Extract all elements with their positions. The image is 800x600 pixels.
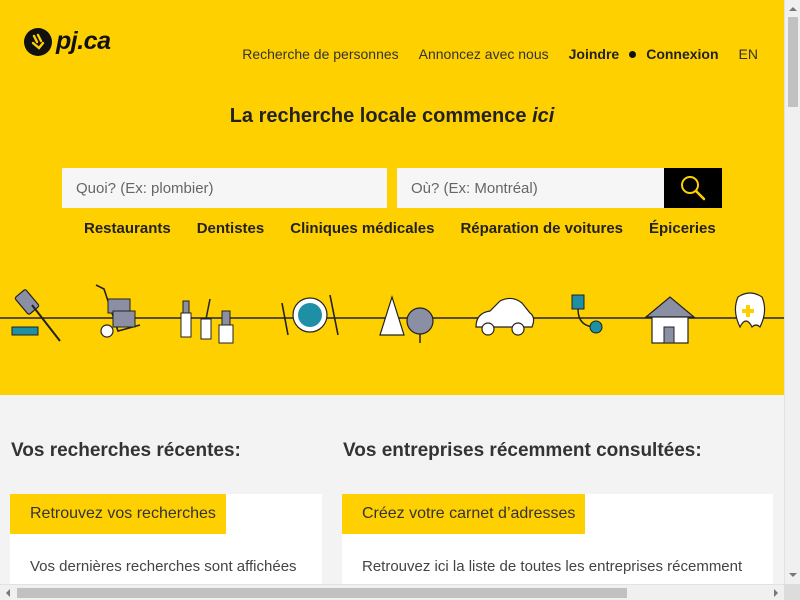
scroll-down-arrow-icon[interactable] [789, 573, 797, 581]
walking-fingers-icon [24, 27, 52, 56]
search-bar [62, 168, 722, 208]
nav-people-search[interactable]: Recherche de personnes [242, 46, 398, 62]
top-navigation: Recherche de personnes Annoncez avec nou… [242, 46, 758, 62]
vertical-scrollbar[interactable] [784, 0, 800, 584]
category-dentists[interactable]: Dentistes [197, 220, 265, 237]
car-icon [475, 297, 535, 336]
search-button[interactable] [664, 168, 722, 208]
recent-searches-card: Retrouvez vos recherches Vos dernières r… [10, 494, 322, 584]
headline-emphasis: ici [532, 105, 555, 127]
page-viewport: pj.ca Recherche de personnes Annoncez av… [0, 0, 784, 584]
plug-icon [571, 294, 603, 334]
nav-language-toggle[interactable]: EN [739, 46, 758, 62]
page-headline: La recherche locale commence ici [0, 105, 784, 128]
category-car-repair[interactable]: Réparation de voitures [460, 220, 623, 237]
nav-separator-dot [629, 50, 637, 58]
headline-text: La recherche locale commence [229, 105, 533, 127]
house-icon [644, 296, 696, 344]
hand-truck-icon [95, 284, 141, 338]
nav-advertise[interactable]: Annoncez avec nous [419, 46, 549, 62]
category-links: Restaurants Dentistes Cliniques médicale… [84, 220, 716, 237]
scroll-up-arrow-icon[interactable] [789, 3, 797, 11]
gavel-icon [11, 289, 61, 342]
scrollbar-corner [784, 584, 800, 600]
recent-searches-body: Vos dernières recherches sont affichées [30, 558, 297, 575]
nav-join[interactable]: Joindre [569, 46, 620, 62]
logo-text: pj.ca [56, 27, 111, 55]
scroll-right-arrow-icon[interactable] [774, 589, 782, 597]
horizontal-scroll-thumb[interactable] [17, 588, 627, 598]
category-clinics[interactable]: Cliniques médicales [290, 220, 434, 237]
trees-icon [379, 295, 434, 343]
scroll-left-arrow-icon[interactable] [2, 589, 10, 597]
horizontal-scrollbar[interactable] [0, 584, 784, 600]
tooth-icon [734, 292, 766, 329]
recent-businesses-heading: Vos entreprises récemment consultées: [343, 440, 702, 461]
what-search-input[interactable] [62, 168, 387, 208]
search-icon [681, 176, 706, 201]
category-groceries[interactable]: Épiceries [649, 220, 716, 237]
logo-link[interactable]: pj.ca [24, 27, 111, 56]
plate-cutlery-icon [281, 294, 339, 336]
cosmetics-icon [180, 298, 234, 344]
recent-businesses-tab[interactable]: Créez votre carnet d’adresses [342, 494, 586, 534]
recent-searches-tab[interactable]: Retrouvez vos recherches [10, 494, 226, 534]
category-illustrations [0, 284, 784, 344]
recent-businesses-card: Créez votre carnet d’adresses Retrouvez … [342, 494, 773, 584]
recent-searches-heading: Vos recherches récentes: [11, 440, 241, 461]
vertical-scroll-thumb[interactable] [788, 17, 798, 107]
nav-login[interactable]: Connexion [646, 46, 718, 62]
category-restaurants[interactable]: Restaurants [84, 220, 171, 237]
hero-banner: pj.ca Recherche de personnes Annoncez av… [0, 0, 784, 395]
recent-businesses-body: Retrouvez ici la liste de toutes les ent… [362, 558, 743, 575]
where-search-input[interactable] [397, 168, 664, 208]
